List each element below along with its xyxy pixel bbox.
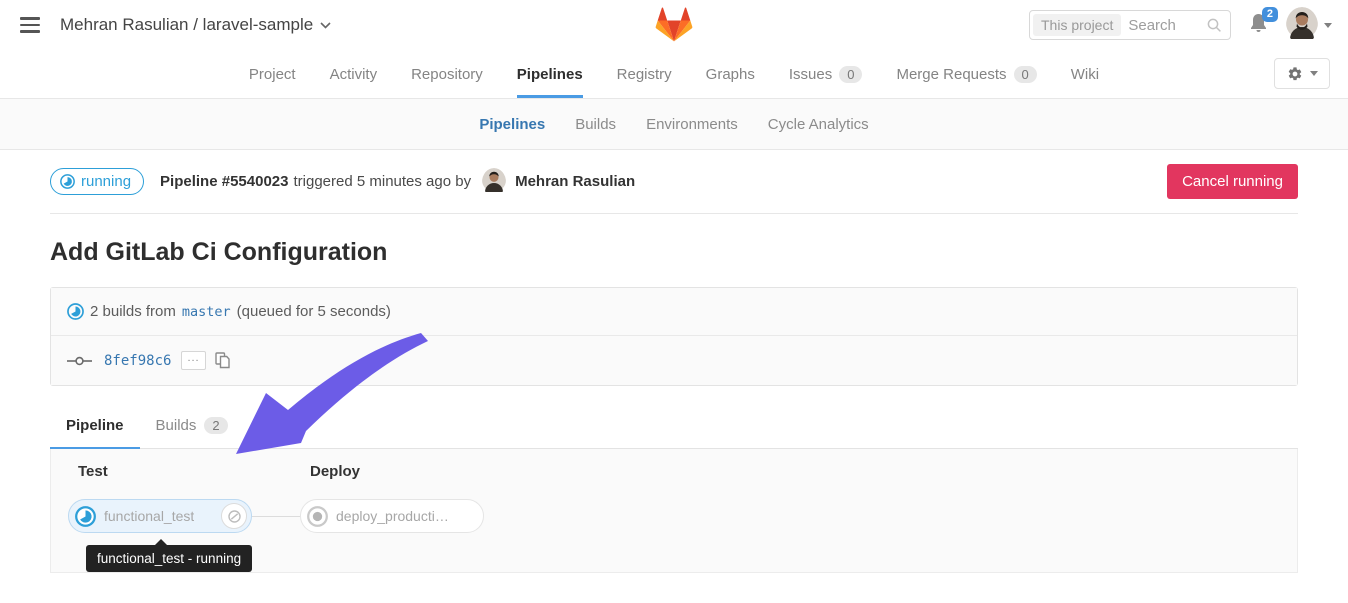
user-menu[interactable] (1286, 7, 1332, 44)
running-status-icon (75, 506, 96, 527)
merge-requests-count-badge: 0 (1014, 66, 1037, 83)
project-breadcrumb-label: Mehran Rasulian / laravel-sample (60, 15, 313, 35)
created-status-icon (307, 506, 328, 527)
job-node-functional-test[interactable]: functional_test (68, 499, 252, 533)
notifications-button[interactable]: 2 (1249, 12, 1268, 38)
pipeline-status-label: running (81, 173, 131, 190)
top-navbar: Mehran Rasulian / laravel-sample This pr… (0, 0, 1348, 50)
tab-wiki[interactable]: Wiki (1071, 50, 1099, 98)
job-node-deploy-production[interactable]: deploy_producti… (300, 499, 484, 533)
tab-merge-requests-label: Merge Requests (896, 66, 1006, 83)
project-settings-button[interactable] (1274, 58, 1330, 89)
stage-label-test: Test (78, 463, 108, 480)
search-icon (1207, 18, 1222, 33)
subnav-environments[interactable]: Environments (646, 116, 738, 133)
branch-link[interactable]: master (182, 304, 231, 320)
chevron-down-icon (320, 22, 331, 29)
gitlab-logo-icon[interactable] (655, 7, 693, 48)
chevron-down-icon (1324, 23, 1332, 28)
notification-count-badge: 2 (1262, 7, 1278, 22)
search-placeholder: Search (1128, 17, 1207, 34)
subnav-cycle-analytics[interactable]: Cycle Analytics (768, 116, 869, 133)
commit-title: Add GitLab Ci Configuration (50, 238, 1298, 267)
cancel-job-button[interactable] (221, 503, 247, 529)
gear-icon (1287, 66, 1303, 82)
tab-registry[interactable]: Registry (617, 50, 672, 98)
tab-activity[interactable]: Activity (330, 50, 378, 98)
tab-merge-requests[interactable]: Merge Requests 0 (896, 50, 1036, 98)
pipelines-subnav: Pipelines Builds Environments Cycle Anal… (0, 98, 1348, 150)
subnav-pipelines[interactable]: Pipelines (479, 116, 545, 133)
expand-commit-button[interactable]: ... (181, 351, 205, 370)
pipeline-status-badge[interactable]: running (50, 168, 144, 195)
project-nav: Project Activity Repository Pipelines Re… (0, 50, 1348, 98)
builds-summary-row: 2 builds from master (queued for 5 secon… (51, 288, 1297, 335)
running-status-icon (60, 174, 75, 189)
tab-repository[interactable]: Repository (411, 50, 483, 98)
triggered-text: triggered 5 minutes ago by (293, 173, 471, 190)
pipeline-summary-text: Pipeline #5540023 triggered 5 minutes ag… (160, 168, 635, 196)
circle-slash-icon (228, 510, 241, 523)
pipeline-detail-tabs: Pipeline Builds 2 (50, 406, 1298, 449)
cancel-running-button[interactable]: Cancel running (1167, 164, 1298, 199)
tab-pipeline-label: Pipeline (66, 417, 124, 434)
chevron-down-icon (1310, 71, 1318, 76)
graph-connector-line (252, 516, 300, 517)
job-name: deploy_producti… (336, 508, 449, 524)
stage-label-deploy: Deploy (310, 463, 360, 480)
builds-count-badge: 2 (204, 417, 227, 434)
subnav-builds[interactable]: Builds (575, 116, 616, 133)
clipboard-copy-icon (215, 352, 230, 369)
user-avatar (1286, 7, 1318, 44)
tab-builds-list[interactable]: Builds 2 (140, 406, 244, 449)
project-breadcrumb[interactable]: Mehran Rasulian / laravel-sample (60, 15, 331, 35)
commit-row: 8fef98c6 ... (51, 335, 1297, 385)
tab-issues[interactable]: Issues 0 (789, 50, 863, 98)
search-input[interactable]: This project Search (1029, 10, 1231, 40)
author-avatar[interactable] (482, 168, 506, 196)
builds-summary-suffix: (queued for 5 seconds) (237, 303, 391, 320)
tab-graphs[interactable]: Graphs (706, 50, 755, 98)
pipeline-graph: Test Deploy functional_test deploy_produ… (50, 449, 1298, 573)
running-status-icon (67, 303, 84, 320)
hamburger-menu-icon[interactable] (16, 13, 44, 37)
commit-sha-link[interactable]: 8fef98c6 (104, 353, 171, 369)
job-name: functional_test (104, 508, 194, 524)
pipeline-status-row: running Pipeline #5540023 triggered 5 mi… (50, 150, 1298, 214)
tab-pipelines[interactable]: Pipelines (517, 50, 583, 98)
tab-builds-label: Builds (156, 417, 197, 434)
tab-issues-label: Issues (789, 66, 832, 83)
issues-count-badge: 0 (839, 66, 862, 83)
author-name[interactable]: Mehran Rasulian (515, 173, 635, 190)
copy-sha-button[interactable] (215, 352, 230, 369)
tab-project[interactable]: Project (249, 50, 296, 98)
git-commit-icon (67, 354, 92, 368)
job-tooltip: functional_test - running (86, 545, 252, 572)
builds-summary-prefix: 2 builds from (90, 303, 176, 320)
pipeline-number: Pipeline #5540023 (160, 173, 288, 190)
pipeline-info-box: 2 builds from master (queued for 5 secon… (50, 287, 1298, 386)
search-scope-chip: This project (1033, 14, 1121, 36)
tab-pipeline-graph[interactable]: Pipeline (50, 406, 140, 449)
